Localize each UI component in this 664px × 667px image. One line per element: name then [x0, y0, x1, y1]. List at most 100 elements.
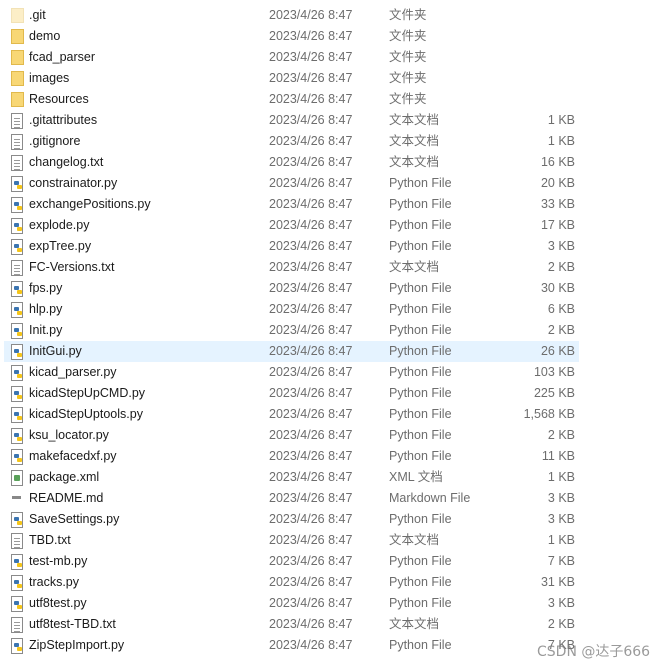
file-date: 2023/4/26 8:47 [269, 554, 353, 568]
file-row[interactable]: tracks.py 2023/4/26 8:47 Python File 31 … [4, 572, 579, 593]
file-row[interactable]: explode.py 2023/4/26 8:47 Python File 17… [4, 215, 579, 236]
file-row[interactable]: constrainator.py 2023/4/26 8:47 Python F… [4, 173, 579, 194]
file-name: constrainator.py [29, 176, 118, 190]
python-file-icon [11, 407, 23, 423]
file-row[interactable]: SaveSettings.py 2023/4/26 8:47 Python Fi… [4, 509, 579, 530]
file-name: changelog.txt [29, 155, 104, 169]
file-row[interactable]: .git 2023/4/26 8:47 文件夹 [4, 5, 579, 26]
file-type: Python File [389, 449, 452, 463]
file-row[interactable]: exchangePositions.py 2023/4/26 8:47 Pyth… [4, 194, 579, 215]
file-size: 103 KB [533, 365, 575, 379]
file-type: 文本文档 [389, 155, 440, 169]
file-row[interactable]: demo 2023/4/26 8:47 文件夹 [4, 26, 579, 47]
file-type: 文本文档 [389, 617, 440, 631]
file-date: 2023/4/26 8:47 [269, 575, 353, 589]
python-file-icon [11, 344, 23, 360]
file-name: .gitattributes [29, 113, 98, 127]
text-file-icon [11, 617, 23, 633]
file-row[interactable]: expTree.py 2023/4/26 8:47 Python File 3 … [4, 236, 579, 257]
file-date: 2023/4/26 8:47 [269, 29, 353, 43]
file-name: test-mb.py [29, 554, 88, 568]
file-size: 17 KB [540, 218, 575, 232]
file-size: 20 KB [540, 176, 575, 190]
file-row[interactable]: TBD.txt 2023/4/26 8:47 文本文档 1 KB [4, 530, 579, 551]
file-name: InitGui.py [29, 344, 82, 358]
file-size: 2 KB [547, 260, 575, 274]
python-file-icon [11, 512, 23, 528]
file-date: 2023/4/26 8:47 [269, 71, 353, 85]
file-date: 2023/4/26 8:47 [269, 176, 353, 190]
python-file-icon [11, 554, 23, 570]
file-type: Python File [389, 302, 452, 316]
file-row[interactable]: images 2023/4/26 8:47 文件夹 [4, 68, 579, 89]
file-size: 2 KB [547, 617, 575, 631]
file-row[interactable]: .gitignore 2023/4/26 8:47 文本文档 1 KB [4, 131, 579, 152]
file-type: Markdown File [389, 491, 471, 505]
file-size: 26 KB [540, 344, 575, 358]
file-date: 2023/4/26 8:47 [269, 302, 353, 316]
file-row[interactable]: InitGui.py 2023/4/26 8:47 Python File 26… [4, 341, 579, 362]
file-row[interactable]: utf8test-TBD.txt 2023/4/26 8:47 文本文档 2 K… [4, 614, 579, 635]
file-date: 2023/4/26 8:47 [269, 155, 353, 169]
folder-icon [11, 71, 24, 86]
text-file-icon [11, 260, 23, 276]
file-date: 2023/4/26 8:47 [269, 50, 353, 64]
text-file-icon [11, 533, 23, 549]
file-name: tracks.py [29, 575, 80, 589]
file-row[interactable]: utf8test.py 2023/4/26 8:47 Python File 3… [4, 593, 579, 614]
file-row[interactable]: changelog.txt 2023/4/26 8:47 文本文档 16 KB [4, 152, 579, 173]
python-file-icon [11, 428, 23, 444]
file-type: Python File [389, 428, 452, 442]
file-row[interactable]: Resources 2023/4/26 8:47 文件夹 [4, 89, 579, 110]
file-name: FC-Versions.txt [29, 260, 115, 274]
file-type: 文本文档 [389, 113, 440, 127]
file-size: 31 KB [540, 575, 575, 589]
file-type: Python File [389, 575, 452, 589]
text-file-icon [11, 113, 23, 129]
file-size: 3 KB [547, 491, 575, 505]
file-row[interactable]: fcad_parser 2023/4/26 8:47 文件夹 [4, 47, 579, 68]
file-type: Python File [389, 554, 452, 568]
file-row[interactable]: .gitattributes 2023/4/26 8:47 文本文档 1 KB [4, 110, 579, 131]
file-date: 2023/4/26 8:47 [269, 239, 353, 253]
file-row[interactable]: kicadStepUptools.py 2023/4/26 8:47 Pytho… [4, 404, 579, 425]
file-size: 6 KB [547, 302, 575, 316]
file-name: fcad_parser [29, 50, 96, 64]
python-file-icon [11, 176, 23, 192]
python-file-icon [11, 386, 23, 402]
file-name: fps.py [29, 281, 63, 295]
file-row[interactable]: ksu_locator.py 2023/4/26 8:47 Python Fil… [4, 425, 579, 446]
file-row[interactable]: README.md 2023/4/26 8:47 Markdown File 3… [4, 488, 579, 509]
file-name: kicad_parser.py [29, 365, 117, 379]
file-row[interactable]: FC-Versions.txt 2023/4/26 8:47 文本文档 2 KB [4, 257, 579, 278]
python-file-icon [11, 638, 23, 654]
file-row[interactable]: makefacedxf.py 2023/4/26 8:47 Python Fil… [4, 446, 579, 467]
watermark: CSDN @达子666 [537, 644, 651, 660]
file-size: 1 KB [547, 470, 575, 484]
file-date: 2023/4/26 8:47 [269, 449, 353, 463]
file-row[interactable]: fps.py 2023/4/26 8:47 Python File 30 KB [4, 278, 579, 299]
file-row[interactable]: kicad_parser.py 2023/4/26 8:47 Python Fi… [4, 362, 579, 383]
file-row[interactable]: Init.py 2023/4/26 8:47 Python File 2 KB [4, 320, 579, 341]
file-name: utf8test.py [29, 596, 87, 610]
python-file-icon [11, 365, 23, 381]
markdown-file-icon [11, 491, 21, 505]
file-date: 2023/4/26 8:47 [269, 113, 353, 127]
file-name: exchangePositions.py [29, 197, 151, 211]
file-name: Init.py [29, 323, 63, 337]
file-type: 文件夹 [389, 71, 427, 85]
file-name: TBD.txt [29, 533, 71, 547]
file-row[interactable]: package.xml 2023/4/26 8:47 XML 文档 1 KB [4, 467, 579, 488]
file-name: kicadStepUpCMD.py [29, 386, 146, 400]
file-date: 2023/4/26 8:47 [269, 218, 353, 232]
file-type: Python File [389, 218, 452, 232]
file-row[interactable]: ZipStepImport.py 2023/4/26 8:47 Python F… [4, 635, 579, 656]
file-row[interactable]: test-mb.py 2023/4/26 8:47 Python File 7 … [4, 551, 579, 572]
file-date: 2023/4/26 8:47 [269, 92, 353, 106]
file-type: 文本文档 [389, 260, 440, 274]
file-row[interactable]: kicadStepUpCMD.py 2023/4/26 8:47 Python … [4, 383, 579, 404]
file-date: 2023/4/26 8:47 [269, 617, 353, 631]
file-row[interactable]: hlp.py 2023/4/26 8:47 Python File 6 KB [4, 299, 579, 320]
file-name: kicadStepUptools.py [29, 407, 143, 421]
xml-file-icon [11, 470, 23, 486]
